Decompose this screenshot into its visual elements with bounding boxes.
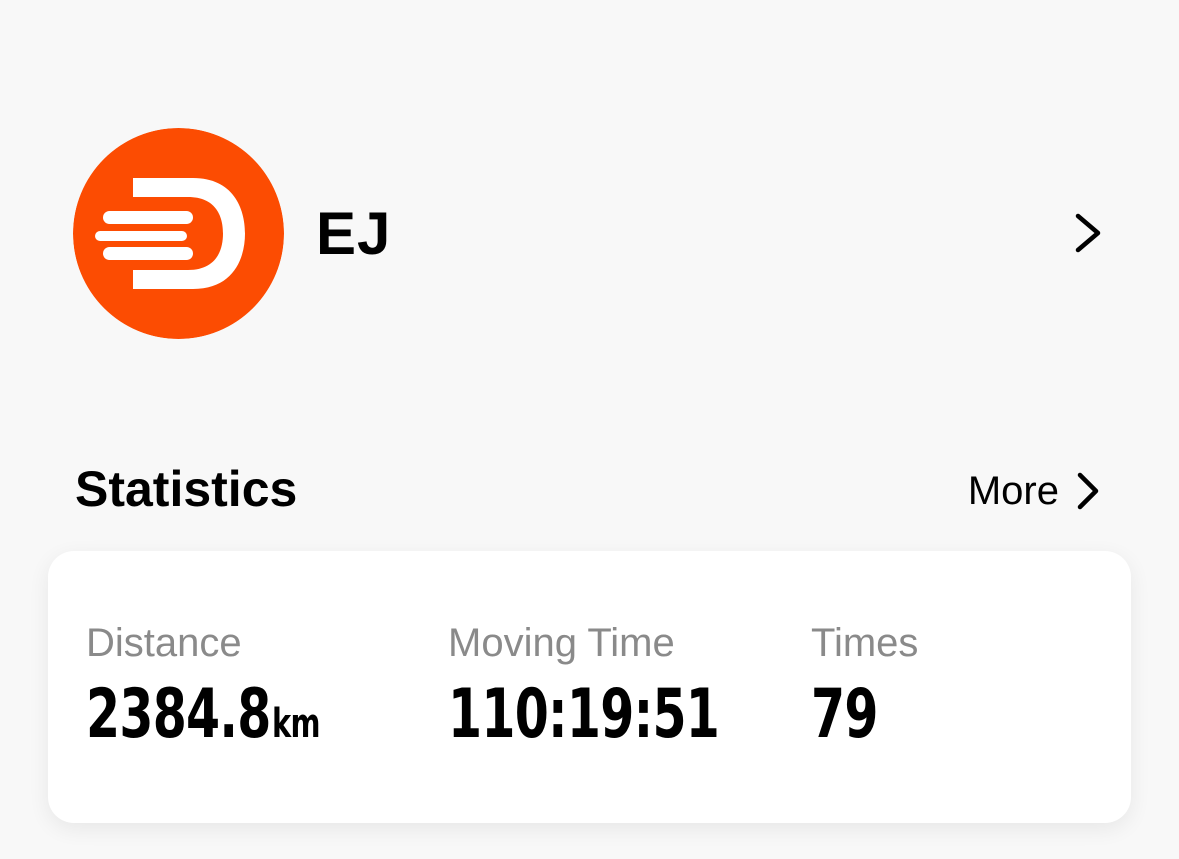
- profile-row[interactable]: EJ: [0, 120, 1179, 348]
- stat-times: Times 79: [811, 623, 918, 749]
- avatar: [73, 128, 284, 339]
- stat-distance: Distance 2384.8km: [86, 623, 411, 749]
- stat-value: 110:19:51: [448, 681, 720, 749]
- chevron-right-icon[interactable]: [1075, 470, 1101, 512]
- more-label[interactable]: More: [968, 471, 1059, 511]
- chevron-right-icon[interactable]: [1070, 210, 1106, 256]
- more-link[interactable]: More: [968, 468, 1101, 514]
- stat-value: 2384.8km: [86, 681, 320, 749]
- statistics-header: Statistics More: [0, 458, 1179, 528]
- profile-name: EJ: [316, 200, 392, 267]
- stat-number: 2384.8: [86, 675, 271, 754]
- stat-number: 79: [811, 675, 878, 754]
- statistics-card[interactable]: Distance 2384.8km Moving Time 110:19:51 …: [48, 551, 1131, 823]
- stat-label: Distance: [86, 621, 242, 665]
- stat-label: Times: [811, 621, 919, 665]
- stat-value: 79: [811, 681, 888, 749]
- stat-unit: km: [272, 701, 320, 747]
- section-title: Statistics: [75, 461, 298, 517]
- brand-logo-icon: [73, 128, 284, 339]
- stat-label: Moving Time: [448, 621, 675, 665]
- stat-number: 110:19:51: [448, 675, 720, 754]
- stat-moving-time: Moving Time 110:19:51: [448, 623, 825, 749]
